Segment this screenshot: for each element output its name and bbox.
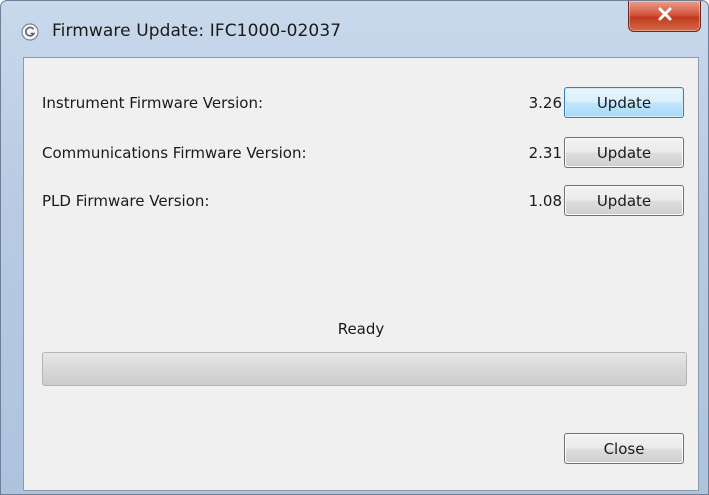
firmware-update-window: Firmware Update: IFC1000-02037 Instrumen…	[0, 0, 709, 495]
pld-firmware-version: 1.08	[528, 192, 562, 210]
instrument-update-button[interactable]: Update	[564, 87, 684, 118]
dialog-body: Instrument Firmware Version: 3.26 Update…	[23, 57, 699, 491]
app-logo-icon	[21, 23, 39, 41]
close-icon	[657, 7, 673, 26]
title-bar[interactable]: Firmware Update: IFC1000-02037	[1, 1, 708, 57]
communications-update-button[interactable]: Update	[564, 137, 684, 168]
close-button[interactable]: Close	[564, 433, 684, 464]
pld-update-button[interactable]: Update	[564, 185, 684, 216]
instrument-firmware-label: Instrument Firmware Version:	[42, 94, 264, 112]
communications-firmware-label: Communications Firmware Version:	[42, 144, 307, 162]
progress-bar	[42, 352, 687, 386]
window-title: Firmware Update: IFC1000-02037	[52, 21, 342, 41]
instrument-firmware-version: 3.26	[528, 94, 562, 112]
communications-firmware-version: 2.31	[528, 144, 562, 162]
window-close-button[interactable]	[628, 1, 701, 32]
status-text: Ready	[337, 320, 385, 338]
pld-firmware-label: PLD Firmware Version:	[42, 192, 210, 210]
